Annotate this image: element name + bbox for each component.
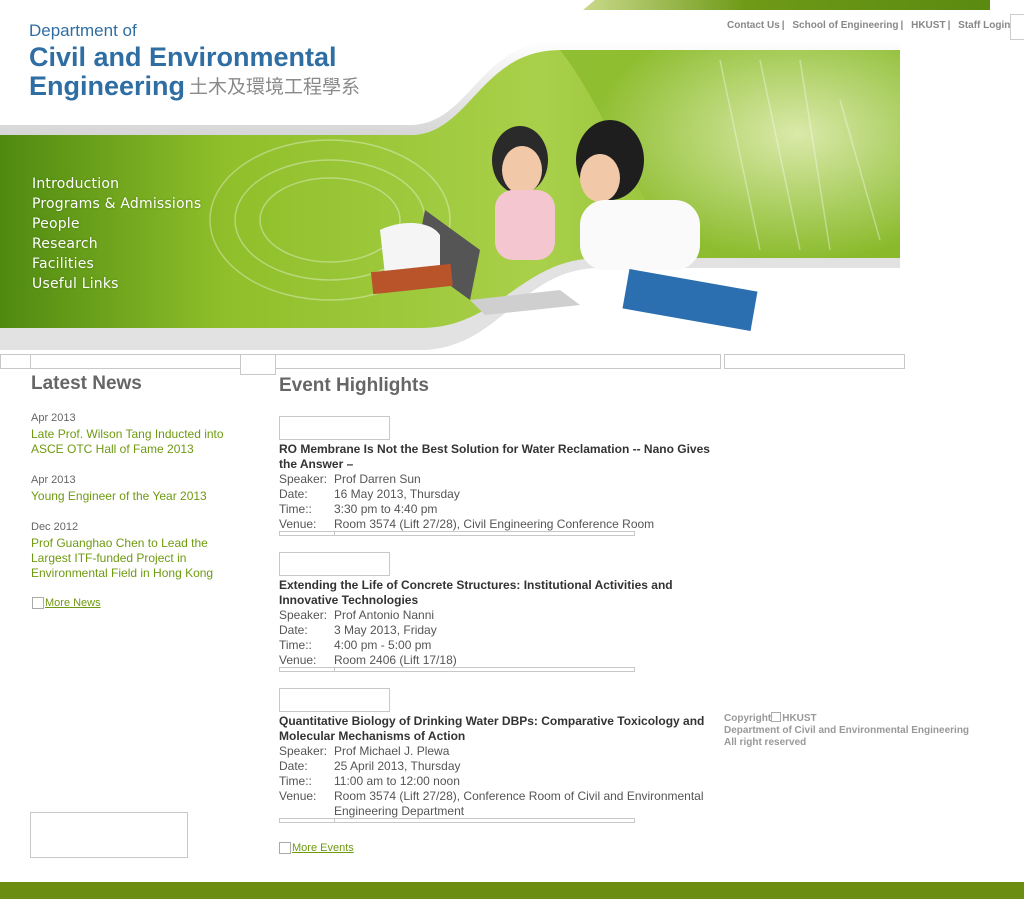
news-item: Dec 2012 Prof Guanghao Chen to Lead the … [31,521,241,581]
news-item: Apr 2013 Late Prof. Wilson Tang Inducted… [31,412,241,457]
news-date: Apr 2013 [31,474,76,486]
event-divider [279,531,635,536]
divider-tick [334,819,335,823]
logo-chinese-name: 土木及環境工程學系 [189,76,361,98]
news-title-link[interactable]: Young Engineer of the Year 2013 [31,489,241,504]
event-item: RO Membrane Is Not the Best Solution for… [279,416,719,536]
image-placeholder [240,354,276,375]
date-label: Date: [279,759,308,773]
event-speaker: Prof Darren Sun [334,472,421,486]
image-placeholder [30,354,241,369]
nav-item-people[interactable]: People [32,214,201,234]
event-details: Speaker: Prof Michael J. Plewa Date: 25 Ap… [279,744,719,819]
department-logo[interactable]: Department of Civil and Environmental En… [29,21,360,101]
more-news-label: More News [45,597,101,609]
time-label: Time:: [279,638,312,652]
news-date: Dec 2012 [31,521,79,533]
contact-us-link[interactable]: Contact Us [727,20,780,31]
logo-department-line: Department of [29,21,137,40]
copyright-rights: All right reserved [724,737,807,748]
event-item: Quantitative Biology of Drinking Water D… [279,688,719,823]
separator: | [900,20,904,31]
event-venue: Room 3574 (Lift 27/28), Conference Room … [334,789,704,818]
search-box-edge[interactable] [1010,14,1024,40]
top-accent-stripe [583,0,990,10]
nav-item-introduction[interactable]: Introduction [32,174,201,194]
separator: | [947,20,951,31]
news-title-link[interactable]: Prof Guanghao Chen to Lead the Largest I… [31,536,241,581]
news-item: Apr 2013 Young Engineer of the Year 2013 [31,474,241,504]
event-venue: Room 2406 (Lift 17/18) [334,653,457,667]
separator: | [781,20,785,31]
speaker-label: Speaker: [279,744,328,758]
hkust-link[interactable]: HKUST [911,20,945,31]
event-image-placeholder [279,416,390,440]
event-time: 4:00 pm - 5:00 pm [334,638,432,652]
venue-label: Venue: [279,653,317,667]
event-speaker: Prof Michael J. Plewa [334,744,450,758]
divider-tick [334,668,335,672]
copyright-notice: Copyright HKUST Department of Civil and E… [724,712,969,749]
school-of-engineering-link[interactable]: School of Engineering [792,20,898,31]
event-time: 3:30 pm to 4:40 pm [334,502,438,516]
news-date: Apr 2013 [31,412,76,424]
latest-news-heading: Latest News [31,373,142,394]
nav-item-research[interactable]: Research [32,234,201,254]
divider-tick [334,532,335,536]
event-speaker: Prof Antonio Nanni [334,608,435,622]
copyright-icon [771,712,782,722]
time-label: Time:: [279,502,312,516]
image-placeholder [275,354,721,369]
image-placeholder [724,354,905,369]
event-image-placeholder [279,552,390,576]
event-highlights-heading: Event Highlights [279,375,429,396]
event-date: 25 April 2013, Thursday [334,759,461,773]
event-time: 11:00 am to 12:00 noon [334,774,460,788]
event-title-link[interactable]: RO Membrane Is Not the Best Solution for… [279,442,719,472]
logo-name-line1: Civil and Environmental [29,42,337,72]
copyright-dept: Department of Civil and Environmental En… [724,725,970,736]
copyright-label: Copyright [724,713,772,724]
event-date: 16 May 2013, Thursday [334,487,460,501]
event-image-placeholder [279,688,390,712]
news-title-link[interactable]: Late Prof. Wilson Tang Inducted into ASC… [31,427,241,457]
event-details: Speaker: Prof Antonio Nanni Date: 3 May 20… [279,608,457,668]
bullet-icon [32,597,44,609]
footer-bar [0,882,1024,899]
main-nav: Introduction Programs & Admissions Peopl… [32,174,201,294]
event-date: 3 May 2013, Friday [334,623,437,637]
date-label: Date: [279,623,308,637]
logo-name-line2: Engineering [29,71,186,101]
more-events-link[interactable]: More Events [279,842,354,854]
time-label: Time:: [279,774,312,788]
event-divider [279,667,635,672]
venue-label: Venue: [279,789,317,803]
event-title-link[interactable]: Quantitative Biology of Drinking Water D… [279,714,719,744]
nav-item-programs-admissions[interactable]: Programs & Admissions [32,194,201,214]
image-placeholder [30,812,188,858]
event-item: Extending the Life of Concrete Structure… [279,552,719,672]
bullet-icon [279,842,291,854]
copyright-org: HKUST [782,713,817,724]
nav-item-useful-links[interactable]: Useful Links [32,274,201,294]
speaker-label: Speaker: [279,608,328,622]
staff-login-link[interactable]: Staff Login [958,20,1010,31]
event-title-link[interactable]: Extending the Life of Concrete Structure… [279,578,719,608]
top-links: Contact Us | School of Engineering | HKUST… [727,20,1010,31]
image-placeholder [0,354,31,369]
speaker-label: Speaker: [279,472,328,486]
event-divider [279,818,635,823]
more-news-link[interactable]: More News [32,597,101,609]
event-venue: Room 3574 (Lift 27/28), Civil Engineerin… [334,517,655,531]
venue-label: Venue: [279,517,317,531]
date-label: Date: [279,487,308,501]
nav-item-facilities[interactable]: Facilities [32,254,201,274]
event-details: Speaker: Prof Darren Sun Date: 16 May 2013… [279,472,654,532]
more-events-label: More Events [292,842,354,854]
